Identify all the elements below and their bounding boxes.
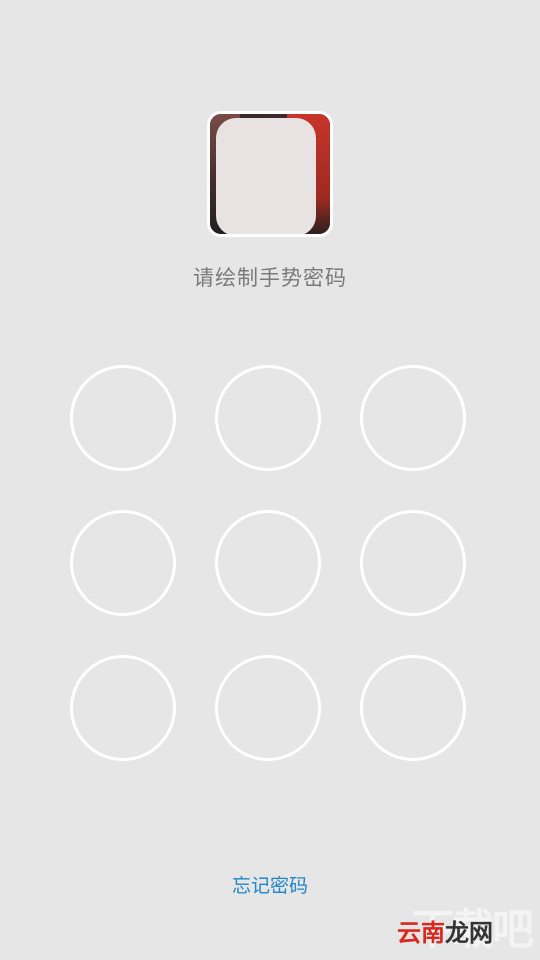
pattern-node-2[interactable] — [215, 365, 321, 471]
pattern-node-1[interactable] — [70, 365, 176, 471]
forgot-password-link[interactable]: 忘记密码 — [0, 871, 540, 898]
pattern-node-4[interactable] — [70, 510, 176, 616]
pattern-node-8[interactable] — [215, 655, 321, 761]
watermark-part-1: 云南 — [397, 919, 445, 947]
site-watermark: 下载吧 云南龙网 — [397, 896, 534, 954]
pattern-node-9[interactable] — [360, 655, 466, 761]
watermark-text: 云南龙网 — [397, 913, 493, 948]
watermark-part-2: 龙网 — [445, 919, 493, 947]
gesture-prompt: 请绘制手势密码 — [193, 266, 347, 290]
gesture-pattern-grid[interactable] — [70, 365, 470, 765]
pattern-node-7[interactable] — [70, 655, 176, 761]
pattern-node-3[interactable] — [360, 365, 466, 471]
user-avatar — [207, 111, 333, 237]
pattern-node-5[interactable] — [215, 510, 321, 616]
avatar-face-blur — [216, 118, 316, 234]
pattern-node-6[interactable] — [360, 510, 466, 616]
